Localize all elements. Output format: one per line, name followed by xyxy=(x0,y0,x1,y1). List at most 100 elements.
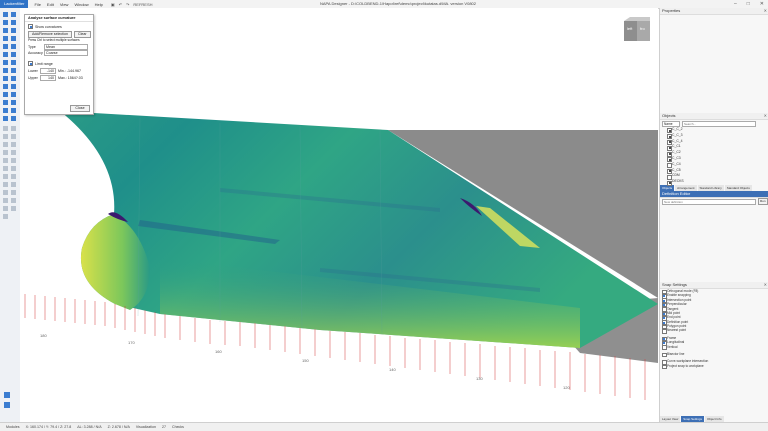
snap-label: Polygon point xyxy=(667,324,687,329)
snap-settings-title: Snap Settings xyxy=(662,281,687,287)
snap-checkbox[interactable] xyxy=(662,364,667,370)
object-label: C_C2 xyxy=(672,150,681,155)
run-button[interactable]: Run xyxy=(758,198,768,206)
accuracy-label: Accuracy xyxy=(28,51,43,55)
snap-label: End point xyxy=(667,315,681,320)
modules-button[interactable]: Modules xyxy=(6,425,20,429)
right-panel: Properties ✕ Objects ✕ Name C_C_2 C_C_3 … xyxy=(659,8,768,422)
close-icon[interactable]: ✕ xyxy=(764,113,767,119)
refresh-button[interactable]: REFRESH xyxy=(133,2,152,7)
snap-label: Longitudinal xyxy=(667,340,685,345)
snap-settings-header: Snap Settings ✕ xyxy=(660,281,768,289)
menu-window[interactable]: Window xyxy=(74,2,88,7)
menu-file[interactable]: File xyxy=(34,2,40,7)
snap-option[interactable]: Project snap to workplane xyxy=(660,364,768,370)
toolbar-icons[interactable] xyxy=(0,8,20,422)
clear-button[interactable]: Clear xyxy=(73,31,91,38)
visualization-value: 27 xyxy=(161,425,166,429)
list-item[interactable]: DECKS xyxy=(660,179,768,186)
close-icon[interactable]: ✕ xyxy=(764,282,767,288)
axis-tick-label: 170 xyxy=(128,340,135,345)
close-button[interactable]: Close xyxy=(70,105,90,112)
definition-editor-header: Definition Editor xyxy=(660,190,768,198)
close-icon[interactable]: ✕ xyxy=(764,8,767,14)
properties-header: Properties ✕ xyxy=(660,8,768,15)
object-label: DECKS xyxy=(672,179,684,184)
menu-edit[interactable]: Edit xyxy=(47,2,54,7)
checks-toggle[interactable]: Checks xyxy=(172,425,184,429)
object-label: CDM xyxy=(672,173,680,178)
snap-label: Vertical xyxy=(667,344,678,349)
object-label: C_C1 xyxy=(672,144,681,149)
objects-title: Objects xyxy=(662,113,676,118)
object-label: C_C_2 xyxy=(672,127,683,131)
navcube-front-label: fro xyxy=(640,26,645,31)
menu-help[interactable]: Help xyxy=(95,2,103,7)
properties-title: Properties xyxy=(662,8,681,13)
analyse-curvature-dialog: Analyse surface curvature Show curvature… xyxy=(24,14,94,115)
object-label: C_C_4 xyxy=(672,138,683,143)
lower-input[interactable]: -140 xyxy=(40,68,56,74)
dialog-title: Analyse surface curvature xyxy=(25,15,93,22)
maximize-icon[interactable]: □ xyxy=(747,1,750,7)
upper-input[interactable]: 140 xyxy=(40,75,56,81)
menu-view[interactable]: View xyxy=(60,2,69,7)
axis-tick-label: 120 xyxy=(563,385,570,390)
show-curvatures-checkbox[interactable] xyxy=(28,24,33,29)
snap-label: Enable snapping xyxy=(667,293,691,298)
left-toolbar xyxy=(0,8,21,422)
object-label: C_C4 xyxy=(672,161,681,166)
window-title: NAPA Designer - D:\COLDBEND-1\Hapot\ref\… xyxy=(320,1,476,6)
quick-access-toolbar: ▣ ↶ ↷ REFRESH xyxy=(111,2,157,7)
accuracy-select[interactable]: Coarse xyxy=(44,50,88,56)
cursor-coordinates: X: 160.174 / Y: 79.4 / Z: 27.8 xyxy=(25,425,72,429)
snap-label: Intersection point xyxy=(667,297,692,302)
undo-icon[interactable]: ↶ xyxy=(119,2,122,7)
snap-label: Perpendicular xyxy=(667,302,687,307)
lower-label: Lower xyxy=(28,69,38,73)
definition-input[interactable] xyxy=(662,198,756,205)
minimize-icon[interactable]: – xyxy=(734,1,737,7)
3d-viewport[interactable]: 180 170 160 150 140 130 120 xyxy=(20,8,658,422)
lower-min-value: Min.: -144.967 xyxy=(58,69,81,73)
snap-settings-list: Orthogonal mode (F8) Enable snapping Int… xyxy=(660,288,768,370)
object-label: C_C5 xyxy=(672,167,681,172)
properties-body xyxy=(660,15,768,113)
objects-header: Objects ✕ xyxy=(660,113,768,120)
multi-select-hint: Press Ctrl to select multiple surfaces xyxy=(28,38,80,42)
axis-tick-label: 180 xyxy=(40,333,47,338)
axis-tick-label: 160 xyxy=(215,349,222,354)
upper-max-value: Max.: 1564?.03 xyxy=(58,76,83,80)
definition-editor-title: Definition Editor xyxy=(662,190,691,196)
object-label: C_C_3 xyxy=(672,132,683,137)
delta-readout: ΔL: 3.288 / N/A xyxy=(77,425,102,429)
snap-label: Tangent xyxy=(667,306,679,311)
save-icon[interactable]: ▣ xyxy=(111,2,115,7)
redo-icon[interactable]: ↷ xyxy=(126,2,129,7)
snap-label: Mid point xyxy=(667,310,680,315)
add-remove-selection-button[interactable]: Add/Remove selection xyxy=(28,31,72,38)
snap-label: Orthogonal mode (F8) xyxy=(667,288,699,293)
snap-label: Frame xyxy=(667,335,677,340)
object-label: C_C3 xyxy=(672,155,681,160)
snap-label: Curve-workplane intersection xyxy=(667,359,709,364)
snap-label: Bisector line xyxy=(667,352,685,357)
visualization-select[interactable]: Visualization xyxy=(136,425,156,429)
limit-range-checkbox[interactable] xyxy=(28,61,33,66)
close-icon[interactable]: ✕ xyxy=(760,1,764,7)
show-curvatures-label: Show curvatures xyxy=(35,24,62,29)
axis-tick-label: 130 xyxy=(476,376,483,381)
snap-label: Definition point xyxy=(667,319,689,324)
navigation-cube[interactable]: left fro xyxy=(624,17,650,41)
visibility-checkbox[interactable] xyxy=(667,180,672,186)
snap-label: Nearest point xyxy=(667,328,686,333)
limit-range-label: Limit range xyxy=(35,61,53,66)
upper-label: Upper xyxy=(28,76,38,80)
active-ribbon-tab[interactable]: Lackenfilter xyxy=(0,0,29,8)
objects-filter-select[interactable]: Name xyxy=(662,120,680,127)
hull-curvature-render xyxy=(24,111,658,400)
window-controls: – □ ✕ xyxy=(734,1,764,7)
axis-tick-label: 150 xyxy=(302,358,309,363)
objects-search-input[interactable] xyxy=(682,120,756,127)
z-readout: Z: 2.678 / N/A xyxy=(107,425,130,429)
